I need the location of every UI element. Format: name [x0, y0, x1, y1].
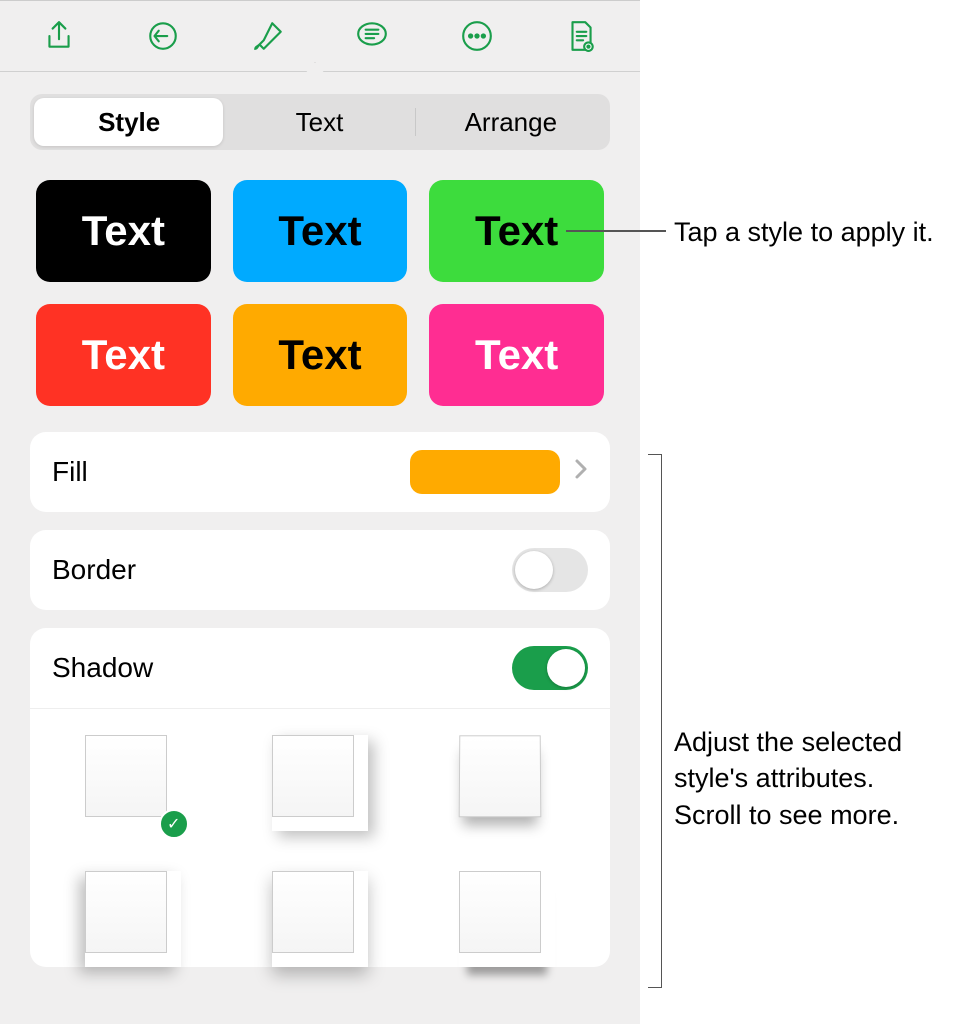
callout-line	[566, 230, 666, 232]
undo-icon[interactable]	[142, 15, 184, 57]
style-swatch-black[interactable]: Text	[36, 180, 211, 282]
fill-label: Fill	[52, 456, 88, 488]
toolbar	[0, 0, 640, 72]
fill-card[interactable]: Fill	[30, 432, 610, 512]
fill-color-preview	[410, 450, 560, 494]
swatch-label: Text	[475, 331, 558, 379]
more-icon[interactable]	[456, 15, 498, 57]
app-panel: Style Text Arrange Text Text Text Text T…	[0, 0, 640, 1024]
document-icon[interactable]	[560, 15, 602, 57]
shadow-option-3[interactable]	[459, 735, 555, 831]
shadow-card: Shadow ✓	[30, 628, 610, 967]
callout-text: style's attributes.	[674, 760, 902, 796]
swatch-label: Text	[82, 331, 165, 379]
shadow-option-4[interactable]	[85, 871, 181, 967]
style-swatch-grid: Text Text Text Text Text Text	[0, 168, 640, 432]
tab-style[interactable]: Style	[34, 107, 224, 138]
shadow-options-grid: ✓	[30, 709, 610, 967]
callout-adjust-attributes: Adjust the selected style's attributes. …	[674, 724, 902, 833]
shadow-toggle[interactable]	[512, 646, 588, 690]
shadow-option-1[interactable]: ✓	[85, 735, 181, 831]
style-swatch-orange[interactable]: Text	[233, 304, 408, 406]
format-brush-icon[interactable]	[247, 15, 289, 57]
callout-apply-style: Tap a style to apply it.	[674, 214, 934, 250]
style-swatch-pink[interactable]: Text	[429, 304, 604, 406]
swatch-label: Text	[278, 331, 361, 379]
callout-text: Scroll to see more.	[674, 797, 902, 833]
chevron-right-icon	[574, 458, 588, 487]
popover-body: Style Text Arrange Text Text Text Text T…	[0, 72, 640, 1024]
swatch-label: Text	[82, 207, 165, 255]
shadow-option-6[interactable]	[459, 871, 555, 967]
swatch-label: Text	[475, 207, 558, 255]
segmented-control: Style Text Arrange	[30, 94, 610, 150]
border-card: Border	[30, 530, 610, 610]
shadow-option-5[interactable]	[272, 871, 368, 967]
style-swatch-blue[interactable]: Text	[233, 180, 408, 282]
share-icon[interactable]	[38, 15, 80, 57]
check-icon: ✓	[159, 809, 189, 839]
swatch-label: Text	[278, 207, 361, 255]
callout-text: Adjust the selected	[674, 724, 902, 760]
comment-icon[interactable]	[351, 15, 393, 57]
shadow-option-2[interactable]	[272, 735, 368, 831]
border-label: Border	[52, 554, 136, 586]
tab-text[interactable]: Text	[224, 107, 414, 138]
callout-bracket	[648, 454, 662, 988]
toggle-knob	[515, 551, 553, 589]
style-swatch-red[interactable]: Text	[36, 304, 211, 406]
popover-pointer	[303, 62, 327, 76]
shadow-label: Shadow	[52, 652, 153, 684]
tab-arrange[interactable]: Arrange	[416, 107, 606, 138]
border-toggle[interactable]	[512, 548, 588, 592]
toggle-knob	[547, 649, 585, 687]
